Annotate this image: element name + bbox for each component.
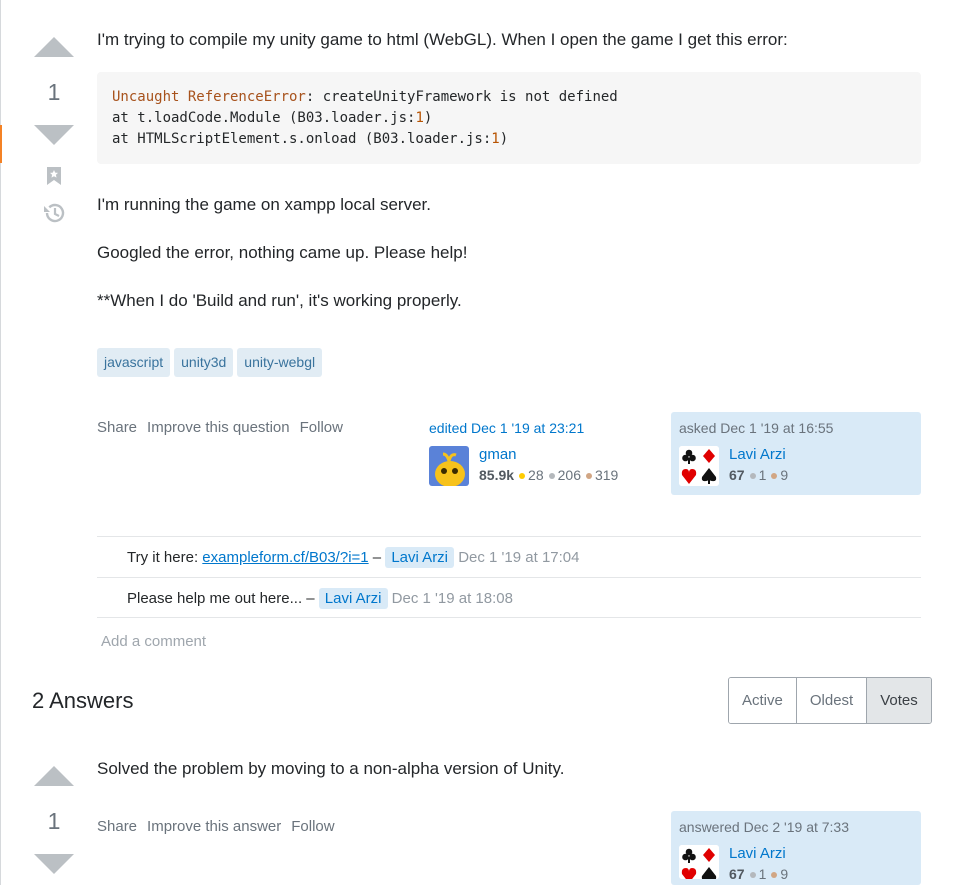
- code-block: Uncaught ReferenceError: createUnityFram…: [97, 72, 921, 164]
- code-text: : createUnityFramework is not defined: [305, 89, 618, 105]
- code-text: ): [499, 131, 509, 147]
- sort-oldest-button[interactable]: Oldest: [796, 678, 868, 723]
- code-keyword: Uncaught ReferenceError: [112, 89, 306, 105]
- sort-votes-button[interactable]: Votes: [867, 678, 931, 723]
- downvote-icon[interactable]: [34, 854, 74, 874]
- answer-text: Solved the problem by moving to a non-al…: [97, 759, 565, 778]
- question-paragraph: **When I do 'Build and run', it's workin…: [97, 291, 462, 310]
- reputation-score: 67: [729, 866, 745, 882]
- follow-link[interactable]: Follow: [300, 419, 343, 436]
- owner-name-link[interactable]: Lavi Arzi: [729, 446, 786, 463]
- cards-avatar[interactable]: [679, 845, 719, 879]
- comment-text: Try it here:: [127, 549, 203, 566]
- code-text: at HTMLScriptElement.s.onload (B03.loade…: [112, 131, 492, 147]
- tag-list: javascript unity3d unity-webgl: [97, 348, 326, 377]
- bronze-badge-count: 9: [780, 866, 789, 882]
- answer-vote-count: 1: [47, 808, 61, 834]
- answer-post-menu: Share Improve this answer Follow: [97, 816, 345, 836]
- upvote-icon[interactable]: [34, 37, 74, 57]
- history-icon[interactable]: [41, 201, 67, 225]
- owner-reputation: 67 1 9: [729, 467, 788, 483]
- bronze-badge-icon: [585, 472, 592, 479]
- comment-user-link[interactable]: Lavi Arzi: [385, 547, 455, 568]
- reputation-score: 67: [729, 467, 745, 483]
- tag-unity-webgl[interactable]: unity-webgl: [237, 348, 323, 377]
- comment: Please help me out here... – Lavi Arzi D…: [97, 577, 921, 618]
- comment: Try it here: exampleform.cf/B03/?i=1 – L…: [97, 536, 921, 577]
- bookmark-icon[interactable]: [46, 166, 62, 186]
- share-link[interactable]: Share: [97, 818, 137, 835]
- tag-javascript[interactable]: javascript: [97, 348, 171, 377]
- silver-badge-count: 1: [758, 866, 767, 882]
- reputation-score: 85.9k: [479, 467, 515, 483]
- comment-separator: –: [368, 549, 386, 566]
- question-paragraph: I'm running the game on xampp local serv…: [97, 195, 431, 214]
- code-text: ): [423, 110, 433, 126]
- bronze-badge-count: 9: [780, 467, 789, 483]
- code-text: at t.loadCode.Module (B03.loader.js:: [112, 110, 416, 126]
- comment-url-link[interactable]: exampleform.cf/B03/?i=1: [202, 549, 368, 566]
- answer-owner-name-link[interactable]: Lavi Arzi: [729, 845, 786, 862]
- editor-name-link[interactable]: gman: [479, 446, 517, 463]
- share-link[interactable]: Share: [97, 419, 137, 436]
- tag-unity3d[interactable]: unity3d: [174, 348, 234, 377]
- question-post-menu: Share Improve this question Follow: [97, 417, 353, 437]
- comment-separator: –: [306, 590, 319, 607]
- comment-date[interactable]: Dec 1 '19 at 17:04: [458, 549, 579, 566]
- silver-badge-count: 206: [557, 467, 581, 483]
- comment-text: Please help me out here...: [127, 590, 307, 607]
- answer-sort-tabs: Active Oldest Votes: [728, 677, 932, 724]
- question-vote-count: 1: [47, 79, 61, 105]
- silver-badge-icon: [548, 472, 555, 479]
- bronze-badge-icon: [771, 871, 778, 878]
- question-intro: I'm trying to compile my unity game to h…: [97, 30, 788, 49]
- comment-date[interactable]: Dec 1 '19 at 18:08: [392, 590, 513, 607]
- silver-badge-icon: [749, 472, 756, 479]
- editor-reputation: 85.9k 28 206 319: [479, 467, 618, 483]
- cards-avatar[interactable]: [679, 446, 719, 486]
- downvote-icon[interactable]: [34, 125, 74, 145]
- answered-timestamp: answered Dec 2 '19 at 7:33: [679, 819, 850, 835]
- answer-owner-signature: answered Dec 2 '19 at 7:33 Lavi Arzi 67 1…: [671, 811, 921, 885]
- code-number: 1: [415, 110, 424, 126]
- asked-timestamp: asked Dec 1 '19 at 16:55: [679, 420, 834, 436]
- gold-badge-count: 28: [528, 467, 544, 483]
- gman-avatar[interactable]: [429, 446, 469, 486]
- silver-badge-count: 1: [758, 467, 767, 483]
- silver-badge-icon: [749, 871, 756, 878]
- owner-signature: asked Dec 1 '19 at 16:55 Lavi Arzi 67 1 9: [671, 412, 921, 495]
- editor-signature: edited Dec 1 '19 at 23:21 gman 85.9k 28 20…: [421, 412, 671, 495]
- follow-link[interactable]: Follow: [291, 818, 334, 835]
- sort-active-button[interactable]: Active: [729, 678, 797, 723]
- add-comment-link[interactable]: Add a comment: [101, 633, 206, 650]
- bronze-badge-count: 319: [594, 467, 619, 483]
- upvote-icon[interactable]: [34, 766, 74, 786]
- improve-answer-link[interactable]: Improve this answer: [147, 818, 281, 835]
- bronze-badge-icon: [771, 472, 778, 479]
- improve-question-link[interactable]: Improve this question: [147, 419, 290, 436]
- question-paragraph: Googled the error, nothing came up. Plea…: [97, 243, 468, 262]
- left-edge-marker: [0, 125, 2, 163]
- code-number: 1: [491, 131, 500, 147]
- answer-owner-reputation: 67 1 9: [729, 866, 788, 882]
- gold-badge-icon: [519, 472, 526, 479]
- comment-user-link[interactable]: Lavi Arzi: [318, 588, 388, 609]
- answers-count-heading: 2 Answers: [32, 688, 134, 713]
- comment-divider: [97, 617, 921, 618]
- edited-timestamp-link[interactable]: edited Dec 1 '19 at 23:21: [429, 420, 663, 436]
